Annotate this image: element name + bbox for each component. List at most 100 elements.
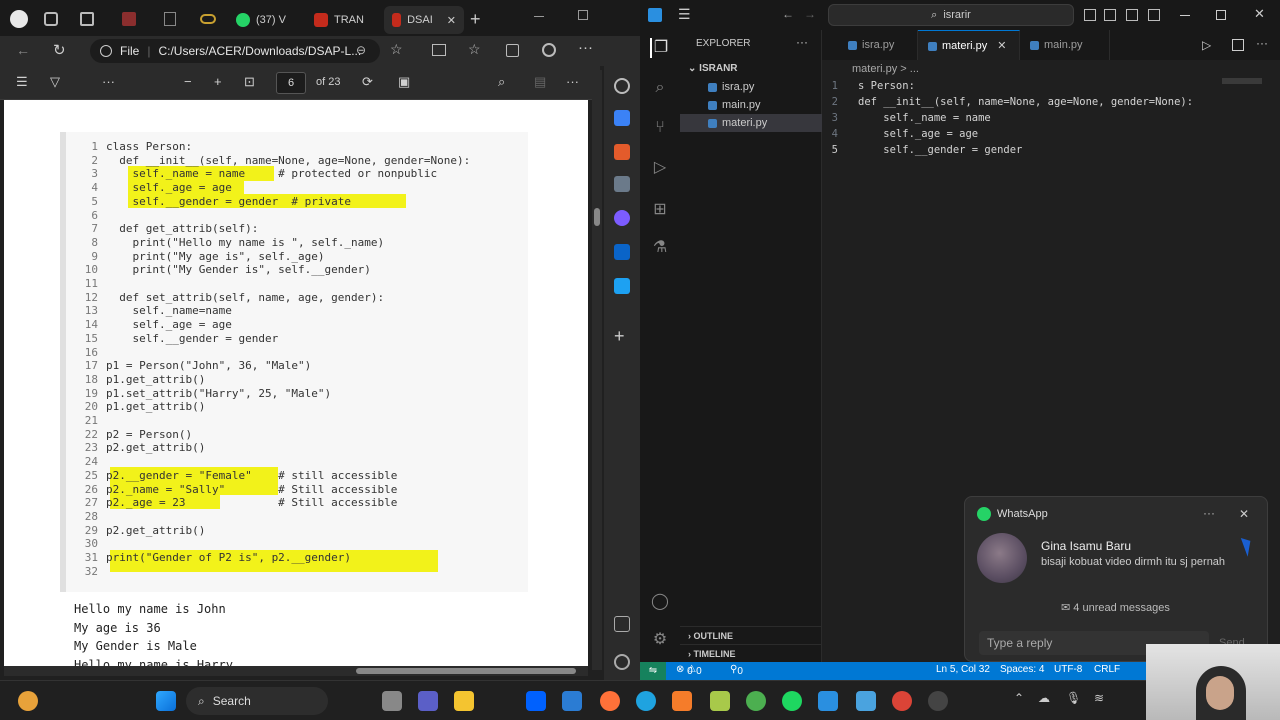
weather-icon[interactable] (18, 691, 38, 711)
minimize-icon[interactable] (1180, 15, 1190, 16)
spotify-icon[interactable] (782, 691, 802, 711)
pdf-vertical-scrollbar[interactable] (592, 70, 602, 670)
file-materi[interactable]: materi.py (680, 114, 822, 132)
favorites-icon[interactable]: ☆ (468, 41, 481, 58)
pdf-search-icon[interactable]: ⌕ (498, 74, 505, 90)
search-icon[interactable]: ⌕ (650, 78, 670, 98)
testing-icon[interactable]: ⚗ (650, 238, 670, 258)
zoom-in-icon[interactable]: + (214, 74, 222, 90)
favorite-icon[interactable]: ☆ (390, 41, 403, 58)
app-icon[interactable] (562, 691, 582, 711)
profile-icon[interactable] (10, 10, 28, 28)
fit-page-icon[interactable]: ⊡ (244, 74, 255, 90)
editor-line[interactable]: 2 def __init__(self, name=None, age=None,… (822, 94, 1280, 110)
notification-more-icon[interactable]: ··· (1203, 506, 1215, 520)
run-icon[interactable]: ▷ (1202, 38, 1211, 52)
zoom-out-icon[interactable]: − (184, 74, 192, 90)
link-tab-icon[interactable] (200, 14, 216, 24)
page-view-icon[interactable]: ▣ (398, 74, 410, 90)
encoding[interactable]: UTF-8 (1054, 664, 1082, 675)
problems-status[interactable]: ⊗ 0 ⚠ 0 (676, 664, 702, 677)
maximize-icon[interactable] (578, 10, 588, 20)
start-icon[interactable] (156, 691, 176, 711)
account-icon[interactable]: ◯ (650, 592, 670, 612)
run-debug-icon[interactable]: ▷ (650, 158, 670, 178)
taskview-icon[interactable] (382, 691, 402, 711)
screenshot-icon[interactable] (614, 616, 630, 632)
extensions-icon[interactable]: ⊞ (650, 200, 670, 220)
outlook-icon[interactable] (614, 244, 630, 260)
sidebar-icon[interactable] (1126, 9, 1138, 21)
tray-arrow-icon[interactable]: ⌃ (1014, 691, 1024, 705)
tag-icon[interactable] (614, 110, 630, 126)
tab-dsai[interactable]: DSAI ✕ (384, 6, 464, 34)
teams-icon[interactable] (418, 691, 438, 711)
cursor-position[interactable]: Ln 5, Col 32 (936, 664, 990, 675)
copilot-app-icon[interactable] (614, 210, 630, 226)
eol[interactable]: CRLF (1094, 664, 1120, 675)
explorer-more-icon[interactable]: ··· (796, 35, 808, 49)
close-tab-icon[interactable]: ✕ (447, 14, 456, 27)
mic-icon[interactable]: 🎙 (1066, 691, 1081, 705)
chrome-alt-icon[interactable] (892, 691, 912, 711)
contents-icon[interactable]: ☰ (16, 74, 28, 90)
dropbox-icon[interactable] (526, 691, 546, 711)
minimap[interactable] (1222, 78, 1262, 84)
tab-whatsapp[interactable]: (37) V (228, 6, 304, 34)
editor-line[interactable]: 5 self.__gender = gender (822, 142, 1280, 158)
blank-tab-icon[interactable] (164, 12, 176, 26)
maximize-icon[interactable] (1216, 10, 1226, 20)
panel-icon[interactable] (1104, 9, 1116, 21)
cloud-icon[interactable]: ☁ (1038, 691, 1050, 705)
close-window-icon[interactable]: ✕ (1254, 6, 1265, 22)
notepad-icon[interactable] (856, 691, 876, 711)
customize-icon[interactable] (1148, 9, 1160, 21)
menu-icon[interactable]: ☰ (678, 6, 691, 23)
new-tab-icon[interactable]: + (470, 10, 481, 28)
tab-actions-icon[interactable] (80, 12, 94, 26)
obs-icon[interactable] (928, 691, 948, 711)
taskbar-search[interactable]: ⌕ Search (186, 687, 328, 715)
workspaces-icon[interactable] (44, 12, 58, 26)
back-icon[interactable]: ← (782, 7, 794, 21)
ports-status[interactable]: ⚲ 0 (730, 664, 743, 677)
more-tools-icon[interactable]: ··· (102, 74, 115, 90)
add-icon[interactable]: + (614, 326, 625, 347)
editor-line[interactable]: 3 self._name = name (822, 110, 1280, 126)
chrome-icon[interactable] (746, 691, 766, 711)
more-icon[interactable]: ··· (578, 39, 593, 56)
chess-icon[interactable] (614, 176, 630, 192)
source-control-icon[interactable]: ⑂ (650, 118, 670, 138)
settings-icon[interactable] (614, 654, 630, 670)
page-number-input[interactable]: 6 (276, 72, 306, 94)
wifi-icon[interactable]: ≋ (1094, 691, 1104, 705)
send-icon[interactable] (614, 278, 630, 294)
search-icon[interactable] (614, 78, 630, 94)
tab-materi[interactable]: materi.py ✕ (918, 30, 1020, 60)
editor-line[interactable]: 1 s Person: (822, 78, 1280, 94)
file-explorer-icon[interactable] (454, 691, 474, 711)
save-icon[interactable]: ▤ (534, 74, 546, 90)
snipping-icon[interactable] (710, 691, 730, 711)
whatsapp-notification[interactable]: WhatsApp ··· ✕ Gina Isamu Baru bisaji ko… (964, 496, 1268, 662)
indentation[interactable]: Spaces: 4 (1000, 664, 1044, 675)
hscroll-thumb[interactable] (356, 668, 576, 674)
scroll-thumb[interactable] (594, 208, 600, 226)
collections-icon[interactable] (506, 44, 519, 57)
minimize-icon[interactable] (534, 16, 544, 17)
zoom-icon[interactable]: ⊖ (356, 43, 366, 57)
url-field[interactable]: File | C:/Users/ACER/Downloads/DSAP-L... (90, 39, 380, 63)
split-editor-icon[interactable] (1232, 39, 1244, 51)
back-icon[interactable]: ← (16, 42, 30, 58)
close-tab-icon[interactable]: ✕ (997, 40, 1006, 52)
split-screen-icon[interactable] (432, 44, 446, 56)
tab-tran[interactable]: TRAN (306, 6, 382, 34)
extensions-icon[interactable] (542, 43, 556, 57)
explorer-icon[interactable]: ❐ (650, 38, 670, 58)
breadcrumb[interactable]: materi.py > ... (852, 60, 919, 78)
vscode-icon[interactable] (818, 691, 838, 711)
tab-isra[interactable]: isra.py (822, 30, 918, 60)
file-main[interactable]: main.py (680, 96, 822, 114)
editor-code[interactable]: 1 s Person: 2 def __init__(self, name=None,… (822, 78, 1280, 178)
timeline-section[interactable]: › TIMELINE (680, 644, 822, 662)
